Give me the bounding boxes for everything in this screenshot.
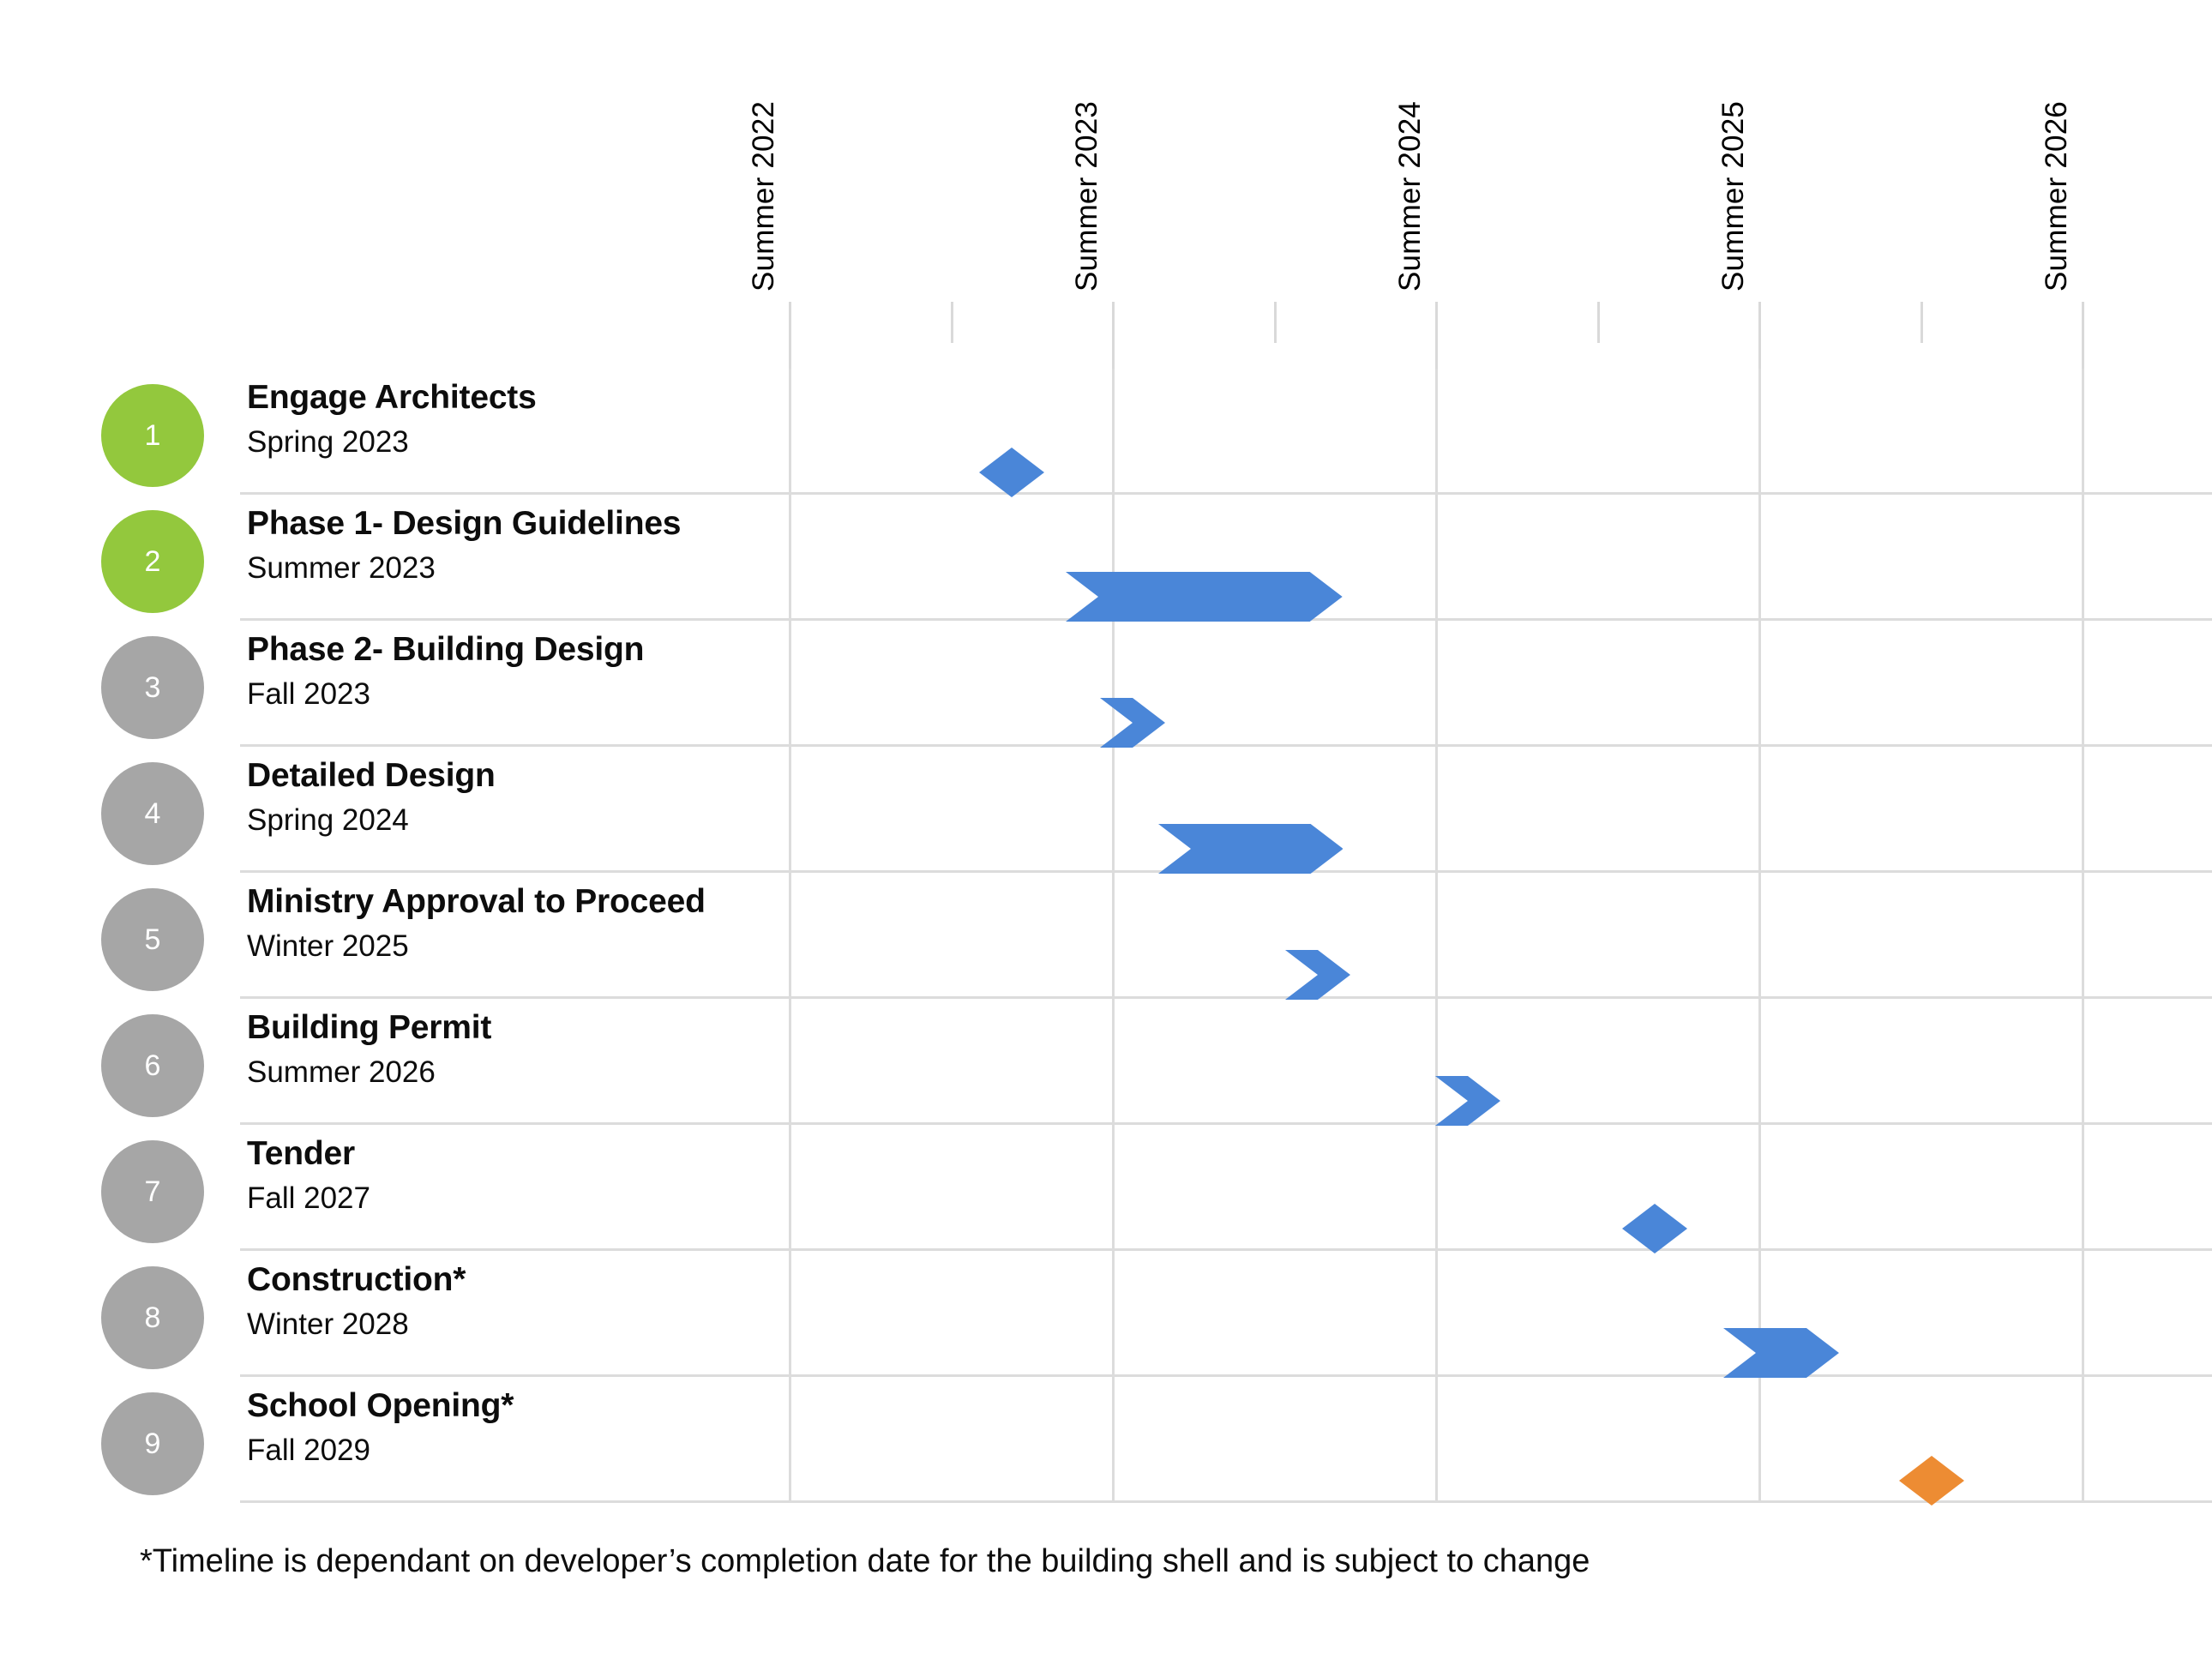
task-date: Spring 2024 (247, 803, 409, 837)
task-number-badge: 7 (101, 1140, 204, 1243)
axis-tick-label: Summer 2024 (1393, 100, 1427, 292)
milestone-diamond-marker[interactable] (1899, 1456, 1965, 1506)
task-number-badge: 5 (101, 888, 204, 991)
task-number-badge: 8 (101, 1266, 204, 1369)
task-title: School Opening* (247, 1387, 514, 1424)
axis-tick-label: Summer 2026 (2040, 100, 2073, 292)
task-row[interactable]: 8 Construction* Winter 2028 (0, 1251, 2212, 1377)
axis-tick-major (2082, 302, 2084, 369)
task-bar-chevron[interactable] (1066, 572, 1343, 622)
task-bar-chevron[interactable] (1157, 824, 1343, 874)
task-date: Fall 2029 (247, 1434, 370, 1467)
task-title: Construction* (247, 1261, 466, 1298)
task-title: Phase 1- Design Guidelines (247, 505, 682, 542)
task-title: Ministry Approval to Proceed (247, 883, 706, 920)
task-date: Summer 2026 (247, 1055, 436, 1089)
task-title: Building Permit (247, 1009, 492, 1046)
milestone-diamond-marker[interactable] (979, 448, 1045, 497)
axis-tick-label: Summer 2022 (747, 100, 780, 292)
task-date: Winter 2025 (247, 929, 409, 963)
task-number-badge: 9 (101, 1392, 204, 1495)
task-row[interactable]: 5 Ministry Approval to Proceed Winter 2025 (0, 873, 2212, 999)
task-date: Winter 2028 (247, 1307, 409, 1341)
task-title: Engage Architects (247, 379, 537, 416)
milestone-diamond-marker[interactable] (1621, 1204, 1687, 1253)
task-date: Summer 2023 (247, 551, 436, 585)
axis-tick-major (1758, 302, 1761, 369)
task-row[interactable]: 4 Detailed Design Spring 2024 (0, 747, 2212, 873)
task-bar-chevron[interactable] (1435, 1076, 1500, 1126)
task-row[interactable]: 6 Building Permit Summer 2026 (0, 999, 2212, 1125)
task-date: Spring 2023 (247, 425, 409, 459)
task-title: Detailed Design (247, 757, 496, 794)
task-number-badge: 2 (101, 510, 204, 613)
axis-tick-label: Summer 2023 (1070, 100, 1103, 292)
task-bar-chevron[interactable] (1723, 1328, 1840, 1378)
footnote-text: *Timeline is dependant on developer’s co… (140, 1543, 1590, 1579)
axis-tick-minor (1596, 302, 1600, 343)
task-number-badge: 3 (101, 636, 204, 739)
axis-tick-major (1112, 302, 1115, 369)
task-number-badge: 1 (101, 384, 204, 487)
axis-tick-major (1435, 302, 1438, 369)
axis-tick-label: Summer 2025 (1716, 100, 1750, 292)
task-date: Fall 2023 (247, 677, 370, 711)
timeline-axis-labels: Summer 2022 Summer 2023 Summer 2024 Summer … (0, 0, 2212, 292)
task-date: Fall 2027 (247, 1181, 370, 1215)
task-row[interactable]: 9 School Opening* Fall 2029 (0, 1377, 2212, 1503)
task-number-badge: 6 (101, 1014, 204, 1117)
gantt-timeline-chart: Summer 2022 Summer 2023 Summer 2024 Summer … (0, 0, 2212, 1659)
task-title: Tender (247, 1135, 355, 1172)
axis-tick-minor (950, 302, 953, 343)
task-bar-chevron[interactable] (1285, 950, 1351, 1000)
task-title: Phase 2- Building Design (247, 631, 645, 668)
task-row[interactable]: 7 Tender Fall 2027 (0, 1125, 2212, 1251)
axis-tick-minor (1273, 302, 1277, 343)
task-number-badge: 4 (101, 762, 204, 865)
axis-tick-band (0, 302, 2212, 369)
task-row[interactable]: 1 Engage Architects Spring 2023 (0, 369, 2212, 495)
axis-tick-major (789, 302, 791, 369)
task-row-list: 1 Engage Architects Spring 2023 2 Phase 1- D… (0, 369, 2212, 1502)
axis-tick-minor (1920, 302, 1923, 343)
task-bar-chevron[interactable] (1100, 698, 1166, 748)
